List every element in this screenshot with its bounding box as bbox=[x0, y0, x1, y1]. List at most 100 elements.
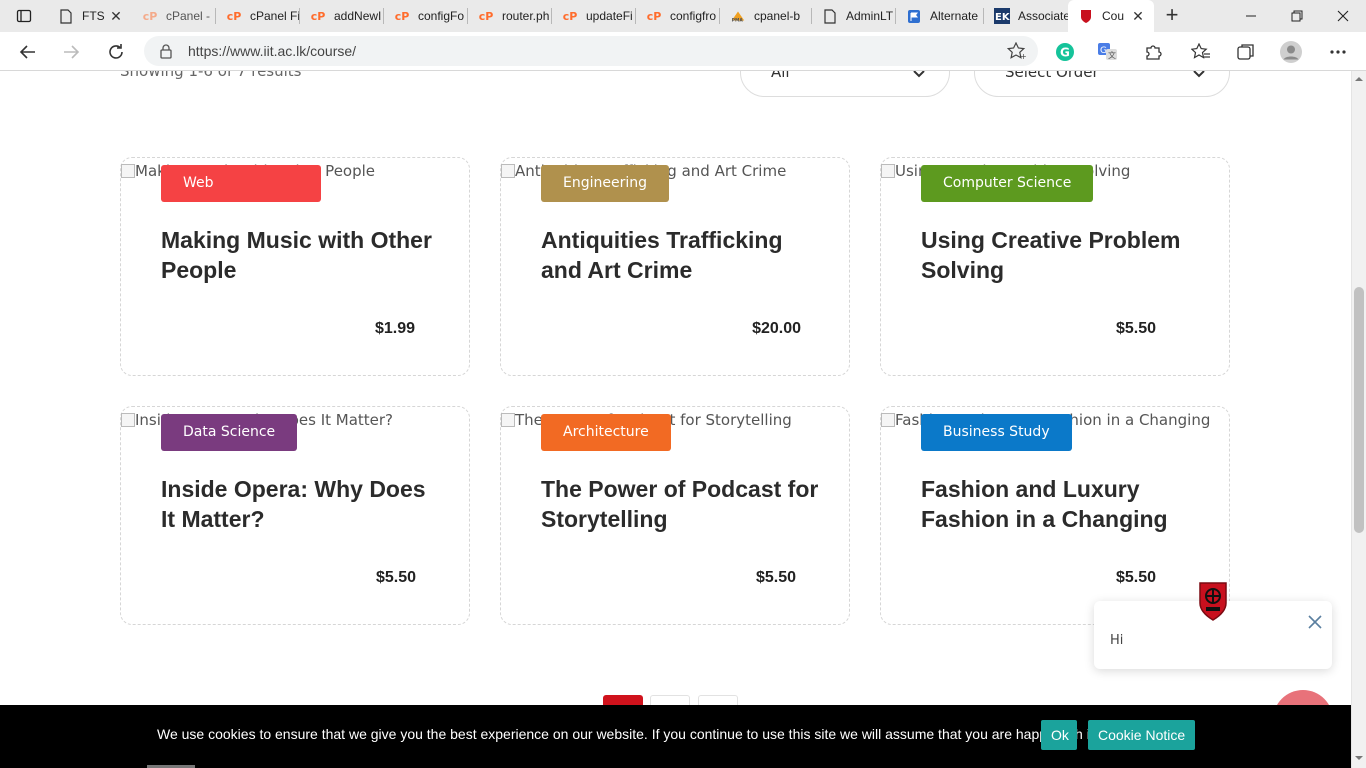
collections-icon[interactable] bbox=[1235, 41, 1257, 63]
tab-8[interactable]: PMA cpanel-b bbox=[720, 0, 812, 32]
tab-10[interactable]: Alternate bbox=[896, 0, 984, 32]
category-badge[interactable]: Architecture bbox=[541, 414, 671, 451]
minimize-button[interactable] bbox=[1228, 0, 1274, 32]
tab-9[interactable]: AdminLT bbox=[812, 0, 896, 32]
course-title[interactable]: The Power of Podcast for Storytelling bbox=[541, 474, 821, 534]
course-card[interactable]: Using Creative Problem Solving Computer … bbox=[880, 157, 1230, 376]
close-icon[interactable]: ✕ bbox=[1130, 8, 1146, 24]
order-select-value: Select Order bbox=[1005, 71, 1099, 81]
results-count: Showing 1-6 of 7 results bbox=[120, 71, 302, 80]
page-icon bbox=[822, 8, 838, 24]
tab-2[interactable]: cP cPanel Fi bbox=[216, 0, 300, 32]
tab-label: Associate bbox=[1018, 9, 1068, 23]
translate-icon[interactable]: G文 bbox=[1097, 41, 1119, 63]
svg-text:PMA: PMA bbox=[732, 17, 744, 23]
tab-label: cpanel-b bbox=[754, 9, 801, 23]
course-title[interactable]: Antiquities Trafficking and Art Crime bbox=[541, 225, 821, 285]
scrollbar-thumb[interactable] bbox=[1354, 287, 1364, 533]
page-scrollbar[interactable] bbox=[1351, 71, 1366, 768]
tab-label: Cou bbox=[1102, 9, 1125, 23]
url-text: https://www.iit.ac.lk/course/ bbox=[188, 43, 357, 59]
category-select-value: All bbox=[771, 71, 790, 81]
svg-text:+: + bbox=[1020, 52, 1027, 60]
order-select[interactable]: Select Order bbox=[974, 71, 1230, 97]
category-badge[interactable]: Data Science bbox=[161, 414, 298, 451]
course-title[interactable]: Making Music with Other People bbox=[161, 225, 441, 285]
course-title[interactable]: Inside Opera: Why Does It Matter? bbox=[161, 474, 441, 534]
flag-icon bbox=[906, 8, 922, 24]
scroll-up-icon[interactable] bbox=[1355, 75, 1363, 83]
forward-arrow-icon bbox=[64, 45, 80, 59]
tab-label: addNewI bbox=[334, 9, 382, 23]
category-badge[interactable]: Engineering bbox=[541, 165, 669, 202]
course-price: $5.50 bbox=[1115, 320, 1156, 337]
tab-12-active[interactable]: Cou ✕ bbox=[1068, 0, 1154, 32]
course-price: $5.50 bbox=[755, 569, 796, 586]
tab-bar: FTS ✕ cP cPanel - cP cPanel Fi cP addNew… bbox=[0, 0, 1366, 32]
svg-text:EK: EK bbox=[995, 12, 1010, 23]
course-title[interactable]: Using Creative Problem Solving bbox=[921, 225, 1201, 285]
cookie-ok-button[interactable]: Ok bbox=[1041, 720, 1077, 750]
restore-button[interactable] bbox=[1274, 0, 1320, 32]
tab-label: updateFi bbox=[586, 9, 633, 23]
broken-image-icon bbox=[501, 164, 515, 178]
category-badge[interactable]: Business Study bbox=[921, 414, 1072, 451]
course-card[interactable]: The Power of Podcast for Storytelling Ar… bbox=[500, 406, 850, 625]
tab-actions-button[interactable] bbox=[0, 0, 48, 32]
url-field[interactable]: https://www.iit.ac.lk/course/ + bbox=[144, 36, 1038, 66]
cpanel-icon: cP bbox=[478, 9, 494, 23]
tab-11[interactable]: EK Associate bbox=[984, 0, 1068, 32]
cpanel-icon: cP bbox=[394, 9, 410, 23]
course-card[interactable]: Antiquities Trafficking and Art Crime En… bbox=[500, 157, 850, 376]
cpanel-icon: cP bbox=[646, 9, 662, 23]
category-badge[interactable]: Computer Science bbox=[921, 165, 1094, 202]
iit-shield-icon bbox=[1078, 8, 1094, 24]
course-card[interactable]: Making Music with Other People Web Devel… bbox=[120, 157, 470, 376]
minimize-icon bbox=[1246, 15, 1256, 17]
profile-avatar[interactable] bbox=[1280, 41, 1302, 63]
course-card[interactable]: Inside Opera: Why Does It Matter? Data S… bbox=[120, 406, 470, 625]
scroll-down-icon[interactable] bbox=[1355, 754, 1363, 762]
more-menu-icon[interactable] bbox=[1327, 41, 1349, 63]
close-icon[interactable]: ✕ bbox=[108, 8, 124, 24]
tab-6[interactable]: cP updateFi bbox=[552, 0, 636, 32]
refresh-button[interactable] bbox=[102, 38, 130, 66]
grammarly-icon[interactable]: G bbox=[1054, 41, 1076, 63]
back-button[interactable] bbox=[14, 38, 42, 66]
tab-label: Alternate bbox=[930, 9, 979, 23]
svg-text:文: 文 bbox=[1108, 50, 1116, 60]
tab-5[interactable]: cP router.ph bbox=[468, 0, 552, 32]
tab-actions-icon bbox=[16, 9, 32, 23]
favorite-add-icon[interactable]: + bbox=[1007, 42, 1027, 60]
cpanel-icon: cP bbox=[310, 9, 326, 23]
forward-button[interactable] bbox=[57, 38, 85, 66]
broken-image-icon bbox=[121, 164, 135, 178]
tab-label: cPanel Fi bbox=[250, 9, 300, 23]
tab-7[interactable]: cP configfro bbox=[636, 0, 720, 32]
svg-text:G: G bbox=[1060, 46, 1070, 60]
close-window-button[interactable] bbox=[1320, 0, 1366, 32]
cookie-message: We use cookies to ensure that we give yo… bbox=[157, 726, 1098, 742]
tab-label: configfro bbox=[670, 9, 717, 23]
page-icon bbox=[58, 8, 74, 24]
close-icon bbox=[1337, 10, 1349, 22]
close-icon[interactable] bbox=[1306, 613, 1324, 631]
lock-icon[interactable] bbox=[158, 43, 174, 59]
tab-4[interactable]: cP configFo bbox=[384, 0, 468, 32]
broken-image-icon bbox=[881, 413, 895, 427]
tab-3[interactable]: cP addNewI bbox=[300, 0, 384, 32]
new-tab-button[interactable]: + bbox=[1160, 4, 1184, 28]
course-card[interactable]: Fashion and Luxury Fashion in a Changing… bbox=[880, 406, 1230, 625]
category-badge[interactable]: Web Development bbox=[161, 165, 321, 228]
cookie-notice-button[interactable]: Cookie Notice bbox=[1088, 720, 1196, 750]
course-title[interactable]: Fashion and Luxury Fashion in a Changing bbox=[921, 474, 1201, 534]
phpmyadmin-icon: PMA bbox=[730, 8, 746, 24]
tab-1[interactable]: cP cPanel - bbox=[132, 0, 216, 32]
favorites-icon[interactable] bbox=[1190, 41, 1212, 63]
ek-icon: EK bbox=[994, 8, 1010, 24]
tab-0[interactable]: FTS ✕ bbox=[48, 0, 132, 32]
extensions-icon[interactable] bbox=[1142, 41, 1164, 63]
refresh-icon bbox=[109, 44, 123, 59]
category-select[interactable]: All bbox=[740, 71, 950, 97]
restore-icon bbox=[1291, 10, 1303, 22]
